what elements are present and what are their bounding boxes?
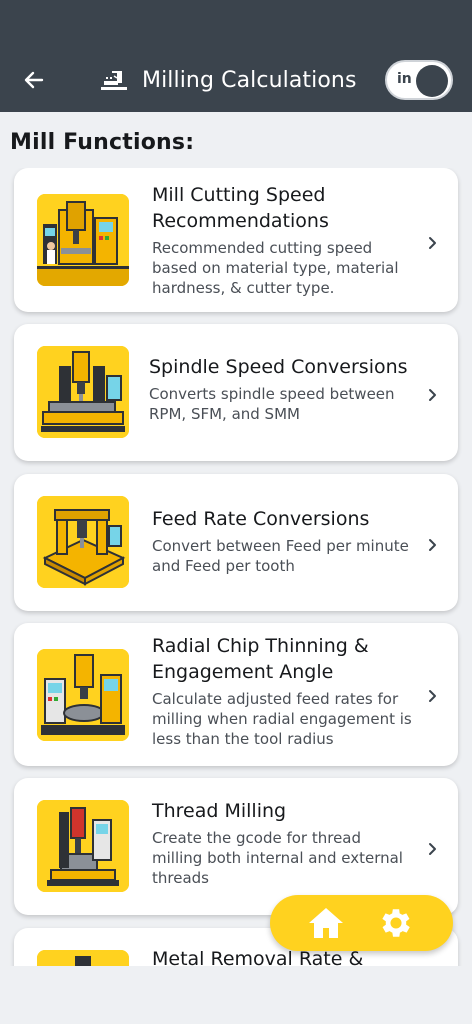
card-title: Mill Cutting Speed Recommendations — [152, 184, 329, 232]
app-header: Milling Calculations in — [0, 0, 472, 112]
chevron-right-icon — [429, 237, 436, 249]
page-title: Milling Calculations — [142, 67, 357, 93]
home-icon — [309, 908, 343, 938]
card-description: Converts spindle speed between RPM, SFM,… — [149, 385, 395, 423]
chevron-right-icon — [429, 690, 436, 702]
unit-toggle[interactable]: in — [385, 60, 453, 100]
card-title: Spindle Speed Conversions — [149, 356, 408, 378]
toggle-knob — [416, 65, 448, 97]
card-description: Convert between Feed per minute and Feed… — [152, 537, 409, 575]
gear-icon — [382, 909, 410, 937]
function-list: Mill Cutting Speed Recommendations Recom… — [0, 168, 472, 966]
chevron-right-icon — [429, 389, 436, 401]
floating-action-bar — [270, 895, 453, 951]
card-cutting-speed[interactable]: Mill Cutting Speed Recommendations Recom… — [14, 168, 458, 312]
bottom-spacer — [0, 966, 472, 1024]
arrow-left-icon — [24, 71, 44, 89]
metal-removal-image — [37, 950, 129, 966]
section-title: Mill Functions: — [10, 130, 195, 155]
card-title: Feed Rate Conversions — [152, 508, 370, 530]
toggle-label: in — [397, 71, 412, 87]
card-description: Recommended cutting speed based on mater… — [152, 239, 399, 297]
thread-mill-image — [37, 800, 129, 892]
cnc-machine-image — [37, 194, 129, 286]
card-feed-rate[interactable]: Feed Rate Conversions Convert between Fe… — [14, 474, 458, 611]
chevron-right-icon — [429, 539, 436, 551]
header-title-group: Milling Calculations — [100, 64, 357, 96]
milling-machine-icon — [100, 67, 130, 93]
spindle-machine-image — [37, 346, 129, 438]
card-description: Calculate adjusted feed rates for millin… — [152, 690, 412, 748]
gantry-machine-image — [37, 496, 129, 588]
settings-button[interactable] — [376, 903, 416, 943]
chevron-right-icon — [429, 843, 436, 855]
card-spindle-speed[interactable]: Spindle Speed Conversions Converts spind… — [14, 324, 458, 461]
card-radial-chip-thinning[interactable]: Radial Chip Thinning & Engagement Angle … — [14, 623, 458, 766]
home-button[interactable] — [306, 903, 346, 943]
card-title: Radial Chip Thinning & Engagement Angle — [152, 635, 369, 683]
card-description: Create the gcode for thread milling both… — [152, 829, 403, 887]
card-title: Thread Milling — [152, 800, 287, 822]
back-button[interactable] — [20, 66, 48, 94]
vertical-mill-image — [37, 649, 129, 741]
